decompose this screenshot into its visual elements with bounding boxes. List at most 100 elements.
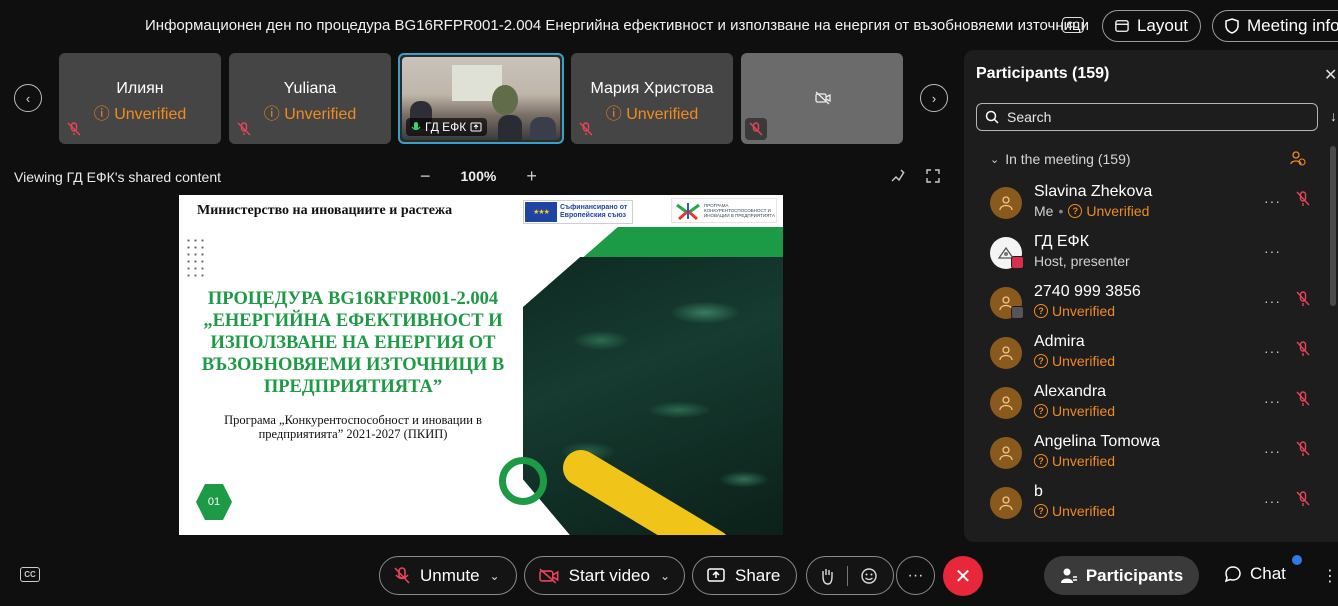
user-icon bbox=[999, 446, 1013, 461]
overflow-menu-button[interactable]: ⋮ bbox=[1322, 566, 1338, 586]
user-icon bbox=[999, 196, 1013, 211]
filmstrip-prev-button[interactable]: ‹ bbox=[14, 84, 42, 112]
mic-muted-icon[interactable] bbox=[1296, 391, 1310, 407]
video-tile[interactable]: Мария Христова ⓘ Unverified bbox=[571, 53, 733, 144]
chevron-left-icon: ‹ bbox=[25, 90, 31, 106]
mic-muted-icon[interactable] bbox=[1296, 441, 1310, 457]
expand-icon[interactable] bbox=[926, 169, 940, 183]
eu-logo: ★★★ Съфинансирано от Европейския съюз bbox=[523, 200, 633, 224]
mic-muted-icon[interactable] bbox=[1296, 291, 1310, 307]
participant-row[interactable]: Angelina Tomowa ? Unverified ··· bbox=[990, 433, 1320, 481]
user-warning-icon[interactable] bbox=[1290, 150, 1306, 166]
mic-muted-icon[interactable] bbox=[1296, 191, 1310, 207]
captions-button[interactable]: CC bbox=[20, 567, 40, 582]
share-button[interactable]: Share bbox=[692, 556, 797, 595]
share-screen-icon bbox=[707, 567, 725, 582]
avatar bbox=[990, 387, 1022, 419]
participant-meta: Me •? Unverified bbox=[1034, 203, 1150, 219]
zoom-level: 100% bbox=[460, 168, 497, 184]
raise-hand-icon[interactable] bbox=[819, 567, 835, 585]
chevron-right-icon: › bbox=[931, 90, 937, 106]
eu-flag-icon: ★★★ bbox=[525, 202, 557, 222]
meeting-info-label: Meeting info bbox=[1247, 16, 1338, 35]
mic-muted-icon[interactable] bbox=[1296, 491, 1310, 507]
zoom-control: − 100% + bbox=[420, 167, 537, 185]
question-icon: ? bbox=[1034, 454, 1048, 468]
presenting-badge-icon bbox=[1011, 256, 1024, 269]
participant-meta: Host, presenter bbox=[1034, 253, 1130, 269]
tile-status: ⓘ Unverified bbox=[93, 106, 187, 123]
sort-icon[interactable]: ↓ bbox=[1330, 108, 1337, 124]
participant-name: ГД ЕФК bbox=[1034, 233, 1090, 250]
participant-more-button[interactable]: ··· bbox=[1264, 293, 1281, 309]
search-box[interactable] bbox=[976, 103, 1318, 131]
participant-row[interactable]: 2740 999 3856 ? Unverified ··· bbox=[990, 283, 1320, 331]
video-tile[interactable]: Yuliana ⓘ Unverified bbox=[229, 53, 391, 144]
participant-more-button[interactable]: ··· bbox=[1264, 343, 1281, 359]
video-tile[interactable] bbox=[741, 53, 903, 144]
divider bbox=[847, 565, 848, 586]
participant-more-button[interactable]: ··· bbox=[1264, 493, 1281, 509]
participant-more-button[interactable]: ··· bbox=[1264, 443, 1281, 459]
question-icon: ? bbox=[1034, 504, 1048, 518]
video-off-icon bbox=[815, 91, 831, 105]
chevron-down-icon[interactable]: ⌄ bbox=[490, 569, 500, 583]
meeting-info-button[interactable]: Meeting info bbox=[1212, 10, 1338, 42]
in-meeting-section-header[interactable]: ⌄ In the meeting (159) bbox=[990, 151, 1131, 167]
participants-panel: Participants (159) ✕ ↓ ⌄ In the meeting … bbox=[964, 50, 1338, 542]
participant-meta: ? Unverified bbox=[1034, 453, 1115, 469]
dot-pattern bbox=[185, 237, 205, 277]
participant-name: Angelina Tomowa bbox=[1034, 433, 1161, 450]
screen-share-icon bbox=[470, 122, 482, 132]
unmute-button[interactable]: Unmute ⌄ bbox=[379, 556, 517, 595]
participant-row[interactable]: Admira ? Unverified ··· bbox=[990, 333, 1320, 381]
participant-row[interactable]: Slavina Zhekova Me •? Unverified ··· bbox=[990, 183, 1320, 231]
zoom-in-button[interactable]: + bbox=[526, 167, 537, 185]
active-speaker-tile[interactable]: ГД ЕФК bbox=[398, 53, 564, 144]
warning-icon: ⓘ bbox=[605, 106, 627, 123]
mic-muted-icon bbox=[67, 122, 81, 136]
start-video-button[interactable]: Start video ⌄ bbox=[524, 556, 685, 595]
tile-status: ⓘ Unverified bbox=[263, 106, 357, 123]
more-options-button[interactable]: ··· bbox=[896, 556, 935, 595]
tile-status: ⓘ Unverified bbox=[605, 106, 699, 123]
user-icon bbox=[999, 346, 1013, 361]
participant-row[interactable]: ГД ЕФК Host, presenter ··· bbox=[990, 233, 1320, 281]
avatar bbox=[990, 337, 1022, 369]
panel-scrollbar[interactable] bbox=[1330, 146, 1336, 306]
participant-more-button[interactable]: ··· bbox=[1264, 393, 1281, 409]
filmstrip-next-button[interactable]: › bbox=[920, 84, 948, 112]
question-icon: ? bbox=[1034, 354, 1048, 368]
video-tile[interactable]: Илиян ⓘ Unverified bbox=[59, 53, 221, 144]
chevron-down-icon[interactable]: ⌄ bbox=[660, 569, 670, 583]
emoji-reaction-icon[interactable] bbox=[860, 567, 878, 585]
unmute-label: Unmute bbox=[420, 565, 480, 585]
participant-meta: ? Unverified bbox=[1034, 503, 1115, 519]
annotate-icon[interactable] bbox=[890, 168, 906, 184]
participant-row[interactable]: b ? Unverified ··· bbox=[990, 483, 1320, 531]
layout-button[interactable]: Layout bbox=[1102, 10, 1201, 42]
close-panel-button[interactable]: ✕ bbox=[1324, 65, 1337, 85]
closed-captions-icon[interactable]: CC bbox=[1062, 17, 1084, 33]
shield-icon bbox=[1225, 18, 1239, 34]
decorative-ring bbox=[499, 457, 547, 505]
chat-button[interactable]: Chat bbox=[1224, 564, 1286, 584]
meeting-title: Информационен ден по процедура BG16RFPR0… bbox=[145, 17, 1089, 34]
mic-muted-icon bbox=[394, 566, 410, 584]
participant-name: Admira bbox=[1034, 333, 1085, 350]
zoom-out-button[interactable]: − bbox=[420, 167, 431, 185]
participants-button[interactable]: Participants bbox=[1044, 556, 1199, 595]
participant-more-button[interactable]: ··· bbox=[1264, 243, 1281, 259]
slide-title: ПРОЦЕДУРА BG16RFPR001-2.004 „ЕНЕРГИЙНА Е… bbox=[201, 289, 505, 397]
leave-meeting-button[interactable]: ✕ bbox=[943, 556, 983, 596]
mic-muted-badge bbox=[745, 118, 767, 140]
user-icon bbox=[999, 496, 1013, 511]
programme-mark-icon bbox=[676, 202, 700, 220]
search-input[interactable] bbox=[1007, 109, 1297, 125]
start-video-label: Start video bbox=[568, 565, 650, 585]
video-off-icon bbox=[539, 568, 559, 583]
participant-more-button[interactable]: ··· bbox=[1264, 193, 1281, 209]
avatar bbox=[990, 187, 1022, 219]
mic-muted-icon[interactable] bbox=[1296, 341, 1310, 357]
participant-row[interactable]: Alexandra ? Unverified ··· bbox=[990, 383, 1320, 431]
